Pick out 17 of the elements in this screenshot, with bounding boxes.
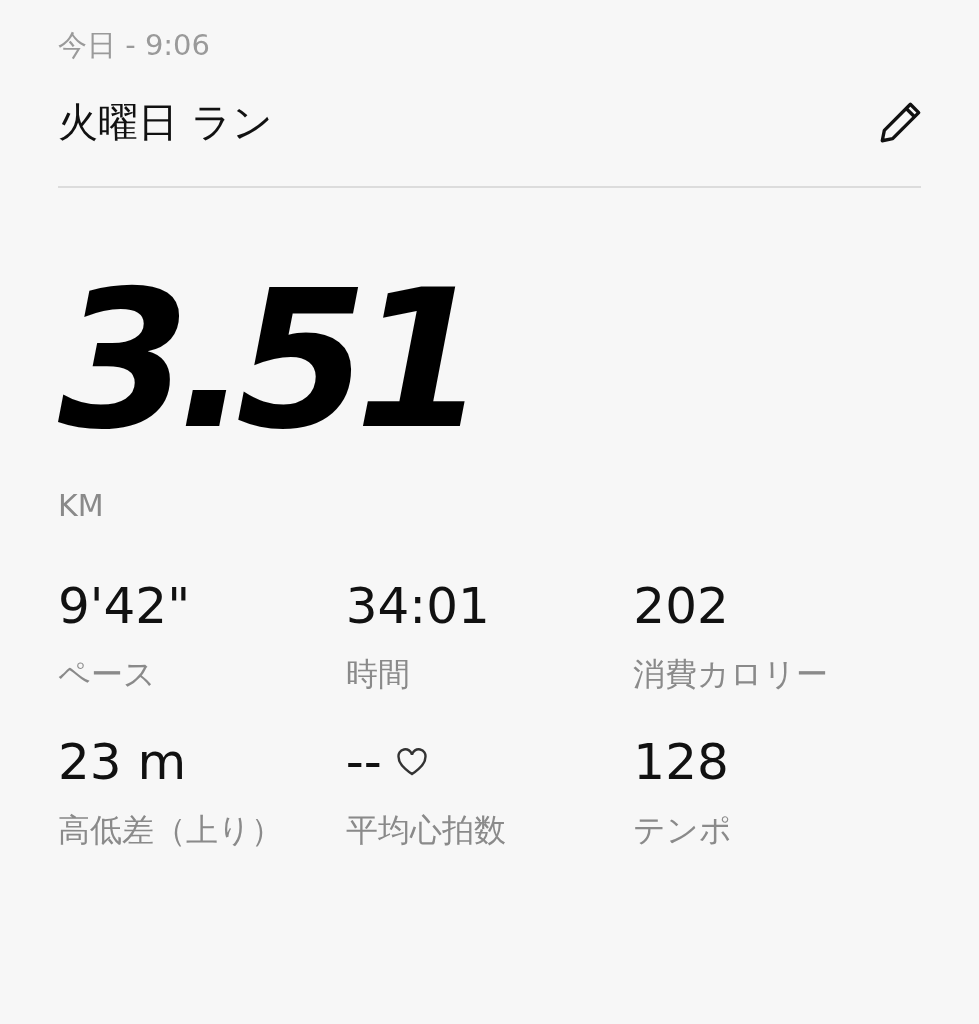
distance-value: 3.51	[58, 266, 474, 456]
activity-date: 今日 - 9:06	[58, 27, 211, 64]
distance-unit: KM	[58, 487, 104, 525]
stat-value: 128	[633, 732, 729, 792]
stat-label: 消費カロリー	[633, 654, 829, 695]
activity-title: 火曜日 ラン	[58, 98, 273, 147]
stat-label: 平均心拍数	[345, 810, 506, 851]
heart-icon	[395, 748, 428, 776]
stat-label: 高低差（上り）	[58, 810, 283, 851]
stat-value: 9'42"	[58, 576, 191, 636]
stat-label: 時間	[345, 654, 410, 695]
stat-label: テンポ	[633, 810, 733, 851]
stat-value: 202	[633, 576, 729, 636]
stat-value: 34:01	[345, 576, 490, 636]
stat-value: 23 m	[58, 732, 187, 792]
stat-value: --	[345, 732, 382, 792]
stat-label: ペース	[58, 654, 156, 695]
